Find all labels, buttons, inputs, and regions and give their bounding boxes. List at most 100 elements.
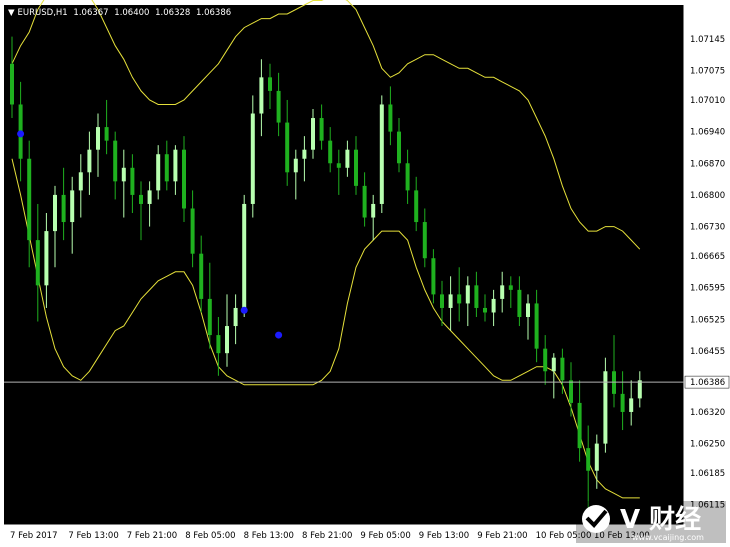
- candle-bear: [405, 163, 410, 191]
- x-tick-label: 7 Feb 2017: [10, 531, 58, 541]
- candle-bull: [233, 307, 238, 327]
- signal-marker: [240, 306, 248, 314]
- candle-bull: [491, 298, 496, 313]
- y-tick-label: 1.06185: [690, 469, 725, 479]
- dropdown-triangle-icon[interactable]: ▼: [8, 8, 15, 18]
- candle-bear: [285, 122, 290, 173]
- ohlc-low: 1.06328: [155, 8, 191, 18]
- candle-bear: [336, 163, 341, 168]
- x-tick-label: 7 Feb 13:00: [68, 531, 118, 541]
- x-tick-label: 8 Feb 13:00: [244, 531, 294, 541]
- x-tick-label: 7 Feb 21:00: [127, 531, 177, 541]
- candle-bull: [53, 194, 57, 232]
- candle-bull: [302, 149, 307, 159]
- candle-bear: [397, 131, 401, 164]
- y-tick-label: 1.06870: [690, 159, 725, 169]
- candle-bear: [577, 402, 582, 449]
- candle-bear: [268, 77, 272, 91]
- watermark-text: V 财经: [620, 504, 701, 535]
- y-tick-label: 1.07075: [690, 67, 725, 77]
- candle-bull: [44, 231, 49, 286]
- signal-marker: [275, 331, 283, 339]
- y-tick-label: 1.07145: [690, 35, 725, 45]
- x-tick-label: 9 Feb 21:00: [477, 531, 527, 541]
- candle-bear: [457, 294, 462, 304]
- candle-bear: [388, 104, 393, 132]
- candle-bull: [629, 398, 634, 412]
- candle-bear: [508, 285, 513, 290]
- y-tick-label: 1.06525: [690, 315, 725, 325]
- candle-bear: [560, 357, 565, 381]
- candle-bear: [130, 167, 135, 195]
- plot-area[interactable]: [4, 5, 684, 525]
- y-tick-label: 1.06665: [690, 252, 725, 262]
- candle-bear: [10, 63, 14, 105]
- candle-bear: [534, 303, 539, 349]
- symbol-label: EURUSD,H1: [17, 8, 68, 18]
- candle-bull: [637, 380, 642, 399]
- ohlc-close: 1.06386: [196, 8, 232, 18]
- ohlc-high: 1.06400: [114, 8, 150, 18]
- y-tick-label: 1.06455: [690, 347, 725, 357]
- current-price-label: 1.06386: [690, 378, 725, 388]
- candle-bear: [440, 294, 444, 308]
- candle-bear: [164, 154, 169, 182]
- candle-bull: [293, 158, 298, 173]
- candle-bull: [242, 203, 247, 308]
- candle-bear: [61, 194, 66, 223]
- candle-bull: [225, 326, 229, 354]
- candle-bull: [371, 203, 376, 218]
- candle-bull: [173, 149, 178, 182]
- candle-bear: [517, 289, 522, 317]
- candle-bear: [276, 90, 281, 123]
- candle-bull: [70, 190, 75, 223]
- candle-bull: [500, 285, 505, 299]
- y-tick-label: 1.07010: [690, 96, 725, 106]
- candle-bear: [207, 298, 212, 336]
- candle-bear: [35, 240, 40, 286]
- chart-window[interactable]: 1.07145 1.07075 1.07010 1.06940 1.06870 1.068…: [0, 0, 730, 547]
- candle-bull: [448, 294, 453, 308]
- candle-bull: [465, 285, 470, 304]
- candle-bull: [345, 149, 350, 168]
- candle-bull: [121, 167, 126, 182]
- candle-bull: [594, 443, 599, 471]
- candle-bull: [526, 303, 530, 317]
- candle-bear: [543, 348, 548, 372]
- symbol-header: ▼ EURUSD,H1 1.06367 1.06400 1.06328 1.063…: [8, 8, 234, 18]
- x-tick-label: 9 Feb 05:00: [360, 531, 410, 541]
- candle-bull: [311, 118, 315, 150]
- watermark-logo: V 财经 www.vcaijing.com: [576, 501, 726, 543]
- candle-bull: [156, 154, 161, 191]
- candle-bear: [190, 208, 195, 254]
- candle-bear: [113, 140, 118, 182]
- y-tick-label: 1.06730: [690, 223, 725, 233]
- candle-bear: [328, 140, 333, 164]
- candle-bull: [78, 172, 83, 191]
- y-tick-label: 1.06595: [690, 284, 725, 294]
- candle-bear: [104, 127, 109, 141]
- price-chart[interactable]: 1.07145 1.07075 1.07010 1.06940 1.06870 1.068…: [0, 0, 730, 547]
- candle-bear: [182, 149, 186, 209]
- candle-bull: [250, 113, 255, 204]
- watermark-url: www.vcaijing.com: [632, 533, 704, 542]
- candle-bear: [569, 380, 573, 403]
- candle-bear: [319, 118, 324, 141]
- candle-bull: [259, 77, 264, 114]
- candle-bull: [87, 149, 92, 173]
- candle-bear: [586, 448, 591, 471]
- x-tick-label: 8 Feb 21:00: [302, 531, 352, 541]
- x-tick-label: 8 Feb 05:00: [185, 531, 235, 541]
- y-tick-label: 1.06320: [690, 408, 725, 418]
- candle-bear: [431, 258, 436, 295]
- candle-bull: [551, 357, 556, 372]
- candle-bear: [27, 158, 32, 241]
- candle-bear: [362, 185, 367, 218]
- candle-bear: [414, 190, 419, 223]
- candle-bear: [483, 307, 487, 313]
- x-tick-label: 9 Feb 13:00: [419, 531, 469, 541]
- candle-bear: [139, 194, 143, 204]
- candle-bull: [96, 127, 100, 150]
- signal-marker: [17, 130, 25, 138]
- candle-bear: [354, 149, 358, 186]
